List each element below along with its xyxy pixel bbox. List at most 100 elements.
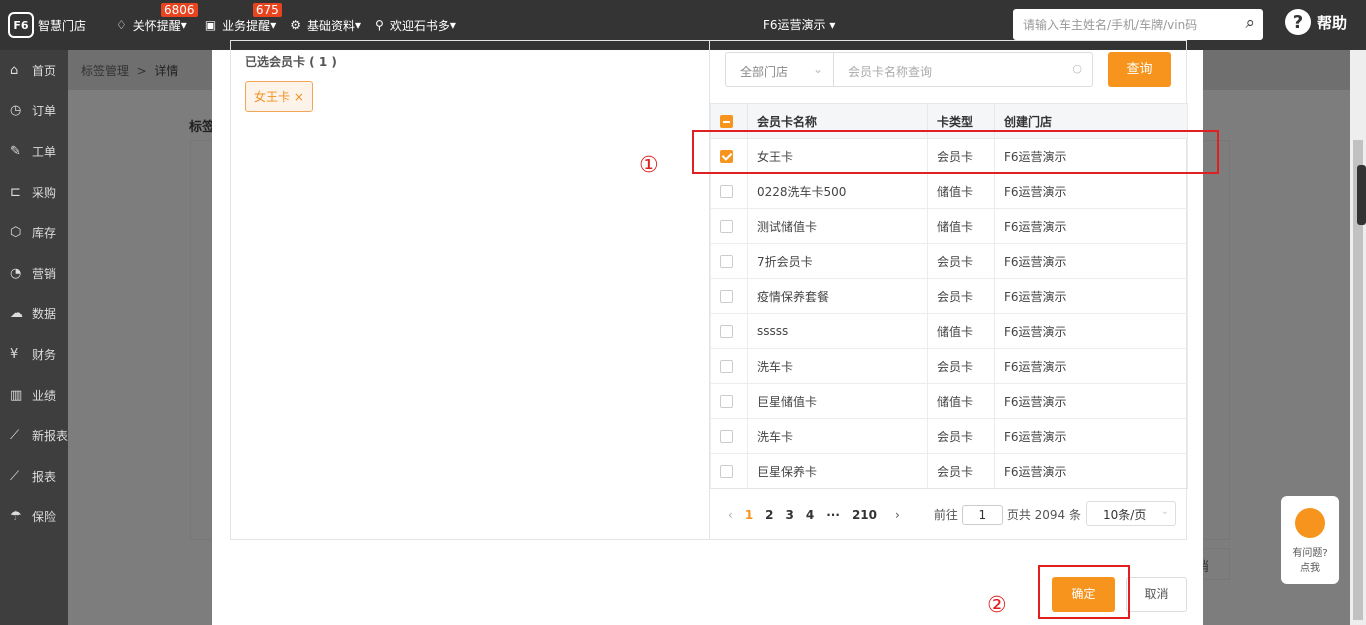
- page-number[interactable]: 4: [806, 508, 814, 522]
- cloud-icon: ☁: [10, 306, 23, 322]
- search-icon[interactable]: ⌕: [1245, 13, 1255, 33]
- sidebar-item[interactable]: ☁ 数据: [0, 294, 68, 335]
- checkbox-icon[interactable]: [720, 220, 733, 233]
- checkbox-icon[interactable]: [720, 185, 733, 198]
- cancel-button[interactable]: 取消: [1126, 577, 1187, 612]
- checkbox-icon[interactable]: [720, 395, 733, 408]
- checkbox-indeterminate-icon[interactable]: [720, 115, 733, 128]
- page-number[interactable]: 2: [765, 508, 773, 522]
- widget-line1: 有问题?: [1292, 548, 1328, 559]
- annotation-step-2: ②: [987, 593, 1007, 618]
- table-row[interactable]: 巨星保养卡 会员卡 F6运营演示: [710, 453, 1188, 489]
- bar-chart-icon: ▥: [10, 387, 23, 403]
- sidebar-item[interactable]: ◔ 营销: [0, 253, 68, 294]
- page-number[interactable]: 3: [786, 508, 794, 522]
- sidebar-item[interactable]: ◷ 订单: [0, 91, 68, 132]
- checkbox-icon[interactable]: [720, 430, 733, 443]
- help-button[interactable]: ? 帮助: [1285, 9, 1347, 35]
- goto-page-input[interactable]: 1: [961, 504, 1003, 525]
- global-search-input[interactable]: 请输入车主姓名/手机/车牌/vin码 ⌕: [1013, 9, 1263, 40]
- table-row[interactable]: 巨星储值卡 储值卡 F6运营演示: [710, 383, 1188, 419]
- close-icon[interactable]: ×: [294, 90, 304, 104]
- sidebar-item[interactable]: ▥ 业绩: [0, 375, 68, 416]
- nav-care-reminder[interactable]: ♢ 关怀提醒 ▾ 6806: [116, 2, 198, 34]
- store-filter-value: 全部门店: [740, 65, 789, 79]
- sidebar-item-label: 首页: [32, 63, 57, 78]
- page-size-select[interactable]: 10条/页 ⌄: [1086, 501, 1176, 526]
- user-icon: ⚲: [375, 18, 384, 32]
- question-icon: ?: [1285, 9, 1311, 35]
- sidebar-item[interactable]: ¥ 财务: [0, 334, 68, 375]
- breadcrumb-item[interactable]: 标签管理: [81, 64, 129, 78]
- row-checkbox[interactable]: [710, 348, 748, 384]
- nav-label: 关怀提醒: [132, 18, 181, 33]
- nav-basic-data[interactable]: ⚙ 基础资料 ▾: [290, 17, 361, 34]
- table-row[interactable]: 洗车卡 会员卡 F6运营演示: [710, 418, 1188, 454]
- row-checkbox[interactable]: [710, 278, 748, 314]
- card-name: 测试储值卡: [747, 208, 928, 244]
- card-type: 储值卡: [927, 208, 995, 244]
- yen-icon: ¥: [10, 346, 19, 362]
- checkbox-icon[interactable]: [720, 360, 733, 373]
- nav-business-reminder[interactable]: ▣ 业务提醒 ▾ 675: [205, 2, 282, 34]
- sidebar-item[interactable]: ✎ 工单: [0, 131, 68, 172]
- sidebar-item-label: 工单: [32, 144, 57, 159]
- card-type: 储值卡: [927, 383, 995, 419]
- table-row[interactable]: 0228洗车卡500 储值卡 F6运营演示: [710, 173, 1188, 209]
- row-checkbox[interactable]: [710, 208, 748, 244]
- highlight-box-confirm: [1038, 565, 1130, 619]
- search-icon: ○: [1072, 62, 1082, 75]
- card-name: 洗车卡: [747, 418, 928, 454]
- store-switcher[interactable]: F6运营演示 ▾: [763, 16, 835, 33]
- card-type: 会员卡: [927, 418, 995, 454]
- row-checkbox[interactable]: [710, 383, 748, 419]
- sidebar-item[interactable]: ⟋ 报表: [0, 456, 68, 497]
- sidebar-item[interactable]: ⊏ 采购: [0, 172, 68, 213]
- side-meter: [1357, 165, 1366, 225]
- row-checkbox[interactable]: [710, 453, 748, 489]
- sidebar-item[interactable]: ⌂ 首页: [0, 50, 68, 91]
- sidebar-item-label: 采购: [32, 185, 57, 200]
- row-checkbox[interactable]: [710, 313, 748, 349]
- sidebar-item[interactable]: ⟋ 新报表: [0, 415, 68, 456]
- page-scrollbar[interactable]: [1350, 50, 1366, 625]
- logo-text: 智慧门店: [38, 18, 87, 33]
- checkbox-icon[interactable]: [720, 290, 733, 303]
- search-placeholder: 请输入车主姓名/手机/车牌/vin码: [1023, 18, 1198, 32]
- checkbox-icon[interactable]: [720, 465, 733, 478]
- nav-user[interactable]: ⚲ 欢迎石书多 ▾: [375, 17, 456, 34]
- card-name-search-input[interactable]: 会员卡名称查询 ○: [833, 52, 1093, 87]
- pagination: ‹ 1 2 3 4 ··· 210 › 前往 1 页共 2094 条 10条/页 ⌄: [710, 488, 1188, 540]
- bell-icon: ♢: [116, 18, 127, 32]
- checkbox-icon[interactable]: [720, 325, 733, 338]
- table-row[interactable]: 测试储值卡 储值卡 F6运营演示: [710, 208, 1188, 244]
- table-row[interactable]: 疫情保养套餐 会员卡 F6运营演示: [710, 278, 1188, 314]
- checkbox-icon[interactable]: [720, 255, 733, 268]
- row-checkbox[interactable]: [710, 173, 748, 209]
- sidebar-item[interactable]: ⬡ 库存: [0, 212, 68, 253]
- table-row[interactable]: sssss 储值卡 F6运营演示: [710, 313, 1188, 349]
- sidebar-item-label: 财务: [32, 347, 57, 362]
- card-type: 会员卡: [927, 348, 995, 384]
- sidebar-item[interactable]: ☂ 保险: [0, 497, 68, 538]
- card-store: F6运营演示: [994, 243, 1188, 279]
- page-number[interactable]: ···: [826, 508, 840, 522]
- table-row[interactable]: 洗车卡 会员卡 F6运营演示: [710, 348, 1188, 384]
- page-number[interactable]: 1: [745, 508, 753, 522]
- row-checkbox[interactable]: [710, 418, 748, 454]
- sidebar-item-label: 营销: [32, 266, 57, 281]
- nav-label: 欢迎石书多: [389, 18, 450, 33]
- next-page-icon[interactable]: ›: [895, 508, 900, 522]
- sidebar-item-label: 数据: [32, 307, 57, 322]
- page-number[interactable]: 210: [852, 508, 877, 522]
- card-name: sssss: [747, 313, 928, 349]
- store-filter-select[interactable]: 全部门店 ⌄: [725, 52, 834, 87]
- query-button[interactable]: 查询: [1108, 52, 1171, 87]
- help-widget[interactable]: 有问题? 点我: [1281, 496, 1339, 584]
- logo[interactable]: F6 智慧门店: [8, 12, 86, 38]
- table-row[interactable]: 7折会员卡 会员卡 F6运营演示: [710, 243, 1188, 279]
- row-checkbox[interactable]: [710, 243, 748, 279]
- widget-line2: 点我: [1300, 563, 1320, 574]
- card-type: 会员卡: [927, 243, 995, 279]
- selected-tag: 女王卡 ×: [245, 81, 313, 112]
